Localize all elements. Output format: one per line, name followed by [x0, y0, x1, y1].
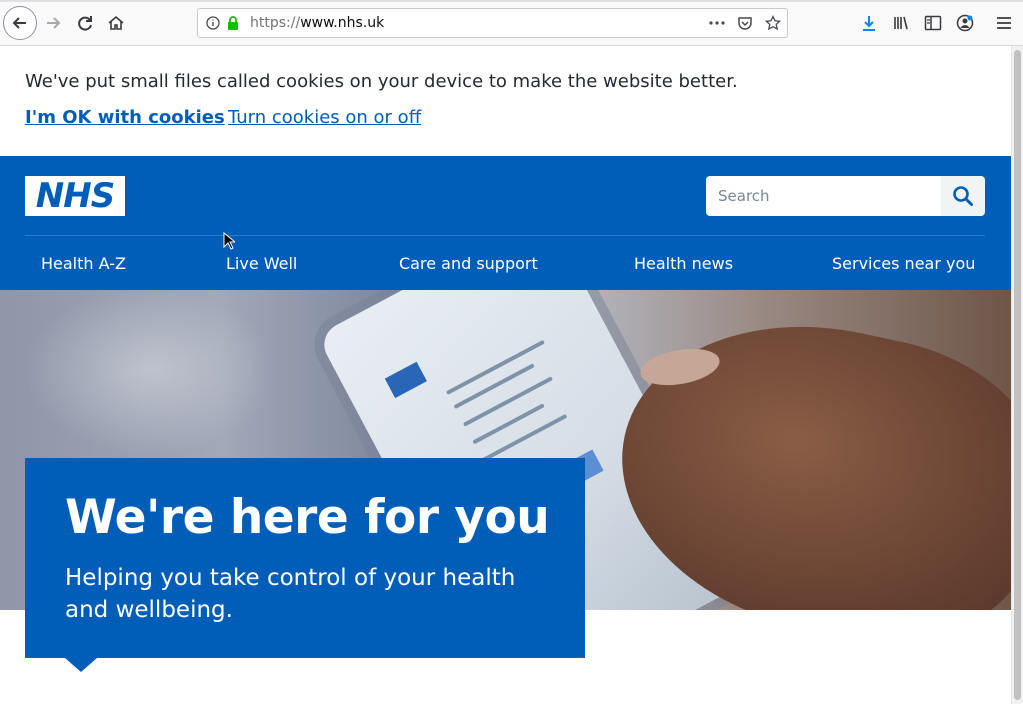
page-scrollbar[interactable]	[1011, 46, 1023, 704]
home-button[interactable]	[101, 8, 131, 38]
cookie-banner: We've put small files called cookies on …	[0, 46, 1011, 156]
menu-button[interactable]	[989, 8, 1019, 38]
bookmark-star-icon[interactable]	[764, 14, 782, 32]
panel-arrow	[65, 658, 97, 672]
home-icon	[108, 15, 124, 30]
library-button[interactable]	[886, 8, 916, 38]
lock-icon[interactable]	[224, 14, 242, 32]
nav-services-near-you[interactable]: Services near you	[832, 254, 975, 273]
accept-cookies-link[interactable]: I'm OK with cookies	[25, 107, 225, 128]
search-icon	[953, 186, 973, 206]
hero-subtitle: Helping you take control of your health …	[65, 565, 516, 623]
reload-button[interactable]	[70, 8, 100, 38]
account-icon	[956, 14, 974, 32]
library-icon	[894, 16, 908, 30]
sidebar-icon	[924, 15, 942, 31]
mouse-cursor-icon	[223, 232, 235, 250]
back-icon	[12, 17, 26, 29]
browser-toolbar: https://www.nhs.uk	[0, 0, 1023, 46]
downloads-button[interactable]	[854, 8, 884, 38]
nhs-logo-text: NHS	[35, 176, 115, 216]
url-bar[interactable]: https://www.nhs.uk	[197, 8, 788, 38]
search-button[interactable]	[941, 176, 985, 216]
cookie-settings-link[interactable]: Turn cookies on or off	[228, 107, 421, 128]
menu-icon	[997, 17, 1011, 29]
account-button[interactable]	[950, 8, 980, 38]
info-icon[interactable]	[204, 14, 222, 32]
tab-strip	[0, 0, 1023, 2]
hero-panel: We're here for you Helping you take cont…	[25, 458, 585, 672]
forward-icon	[47, 17, 61, 29]
forward-button[interactable]	[38, 8, 68, 38]
nav-care-and-support[interactable]: Care and support	[399, 254, 538, 273]
pocket-icon[interactable]	[736, 14, 754, 32]
sidebar-button[interactable]	[918, 8, 948, 38]
scrollbar-thumb[interactable]	[1014, 50, 1021, 700]
downloads-icon	[863, 16, 875, 31]
site-header: NHS Health A-Z Live Well Care and suppor…	[0, 156, 1011, 290]
url-text: https://www.nhs.uk	[250, 15, 384, 31]
back-button[interactable]	[3, 6, 37, 40]
search-form	[706, 176, 985, 216]
cookie-message: We've put small files called cookies on …	[25, 71, 738, 92]
nav-health-a-z[interactable]: Health A-Z	[41, 254, 126, 273]
nhs-logo[interactable]: NHS	[25, 176, 125, 216]
search-input[interactable]	[706, 176, 941, 216]
nav-live-well[interactable]: Live Well	[226, 254, 297, 273]
page-actions-icon[interactable]	[708, 14, 726, 32]
nav-health-news[interactable]: Health news	[634, 254, 733, 273]
url-host: www.nhs.uk	[300, 15, 385, 31]
reload-icon	[78, 16, 92, 31]
hero-title: We're here for you	[65, 490, 550, 545]
url-scheme: https://	[250, 15, 301, 31]
nav-divider	[25, 235, 985, 236]
